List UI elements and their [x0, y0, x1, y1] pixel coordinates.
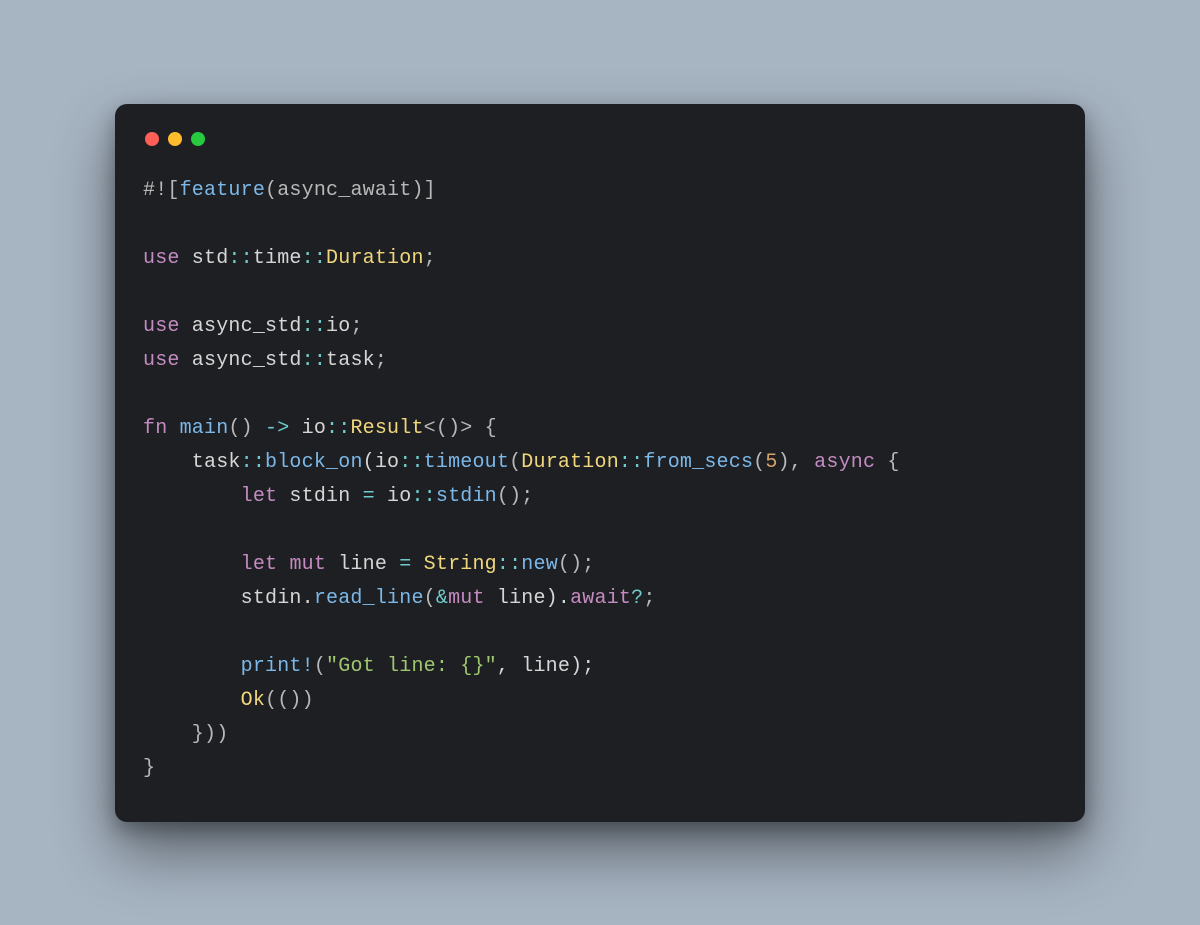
code-token: { [472, 417, 496, 440]
code-token: :: [497, 553, 521, 576]
code-token: ( [314, 655, 326, 678]
code-token: mut [448, 587, 485, 610]
code-token: read_line [314, 587, 424, 610]
code-token: mut [289, 553, 326, 576]
code-token: & [436, 587, 448, 610]
code-token: { [875, 451, 899, 474]
code-token: :: [399, 451, 423, 474]
window-titlebar [143, 128, 1057, 174]
code-token: (()) [265, 689, 314, 712]
code-token: async [814, 451, 875, 474]
code-token: Duration [521, 451, 619, 474]
code-token: #![ [143, 179, 180, 202]
code-token: Ok [241, 689, 265, 712]
code-token: stdin [436, 485, 497, 508]
code-token: async_std [180, 315, 302, 338]
code-token: await [570, 587, 631, 610]
code-token: (); [497, 485, 534, 508]
code-token: () [228, 417, 265, 440]
code-token: 5 [765, 451, 777, 474]
code-token: ; [424, 247, 436, 270]
code-token: "Got line: {}" [326, 655, 497, 678]
code-token [143, 485, 241, 508]
code-token: (io [363, 451, 400, 474]
code-token: })) [143, 723, 228, 746]
code-window: #![feature(async_await)] use std::time::… [115, 104, 1085, 822]
code-token: ( [753, 451, 765, 474]
code-token: (async_await)] [265, 179, 436, 202]
code-token: main [180, 417, 229, 440]
code-token: async_std [180, 349, 302, 372]
code-token: io [326, 315, 350, 338]
close-icon[interactable] [145, 132, 159, 146]
code-token: stdin. [143, 587, 314, 610]
code-token: std [180, 247, 229, 270]
code-token: ), [778, 451, 815, 474]
code-token: io [375, 485, 412, 508]
code-token: :: [326, 417, 350, 440]
code-token: task [326, 349, 375, 372]
code-token: :: [302, 247, 326, 270]
code-token: ; [350, 315, 362, 338]
code-token: from_secs [643, 451, 753, 474]
code-token: new [521, 553, 558, 576]
code-token [143, 689, 241, 712]
code-token: :: [411, 485, 435, 508]
code-token: ? [631, 587, 643, 610]
code-token: Result [350, 417, 423, 440]
code-token: line [326, 553, 399, 576]
code-token: = [399, 553, 411, 576]
code-token: let [241, 485, 278, 508]
code-token: :: [241, 451, 265, 474]
code-token [167, 417, 179, 440]
code-token: :: [228, 247, 252, 270]
code-token: timeout [424, 451, 509, 474]
code-token: let [241, 553, 278, 576]
code-token: line). [485, 587, 570, 610]
code-token [143, 553, 241, 576]
code-token [411, 553, 423, 576]
code-token: ; [375, 349, 387, 372]
code-token: stdin [277, 485, 362, 508]
maximize-icon[interactable] [191, 132, 205, 146]
code-token [277, 553, 289, 576]
code-token: use [143, 349, 180, 372]
code-token: (); [558, 553, 595, 576]
code-token: print! [241, 655, 314, 678]
code-token: = [363, 485, 375, 508]
code-token: :: [302, 349, 326, 372]
code-token: use [143, 247, 180, 270]
code-token: Duration [326, 247, 424, 270]
code-token: block_on [265, 451, 363, 474]
code-token: io [289, 417, 326, 440]
code-token: -> [265, 417, 289, 440]
code-token: <()> [424, 417, 473, 440]
code-token: } [143, 757, 155, 780]
code-token: fn [143, 417, 167, 440]
code-token: task [143, 451, 241, 474]
code-token: ( [509, 451, 521, 474]
code-token: , line); [497, 655, 595, 678]
code-token: String [424, 553, 497, 576]
code-content: #![feature(async_await)] use std::time::… [143, 174, 1057, 786]
minimize-icon[interactable] [168, 132, 182, 146]
code-token: :: [302, 315, 326, 338]
code-token: use [143, 315, 180, 338]
code-token: feature [180, 179, 265, 202]
code-token: ( [424, 587, 436, 610]
code-token: ; [643, 587, 655, 610]
code-token [143, 655, 241, 678]
code-token: :: [619, 451, 643, 474]
code-token: time [253, 247, 302, 270]
